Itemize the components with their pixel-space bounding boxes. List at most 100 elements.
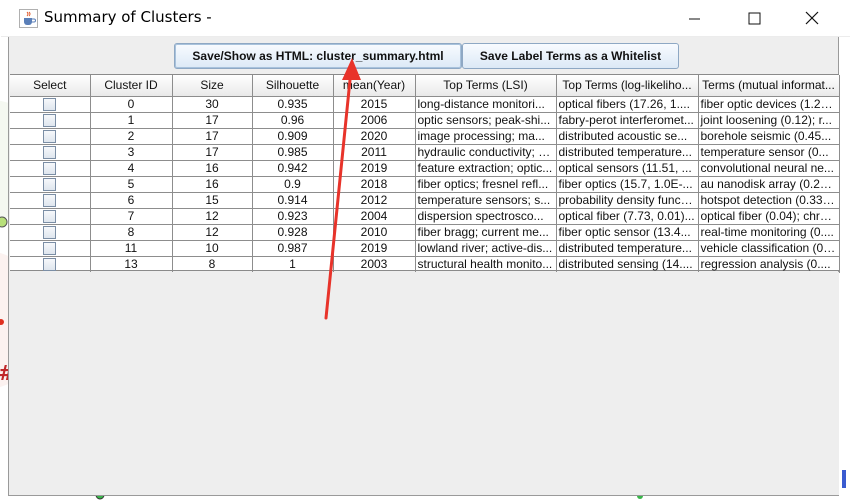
table-row[interactable]: 5 16 0.9 2018 fiber optics; fresnel refl... f… <box>10 176 840 193</box>
cell-cluster-id[interactable]: 7 <box>90 208 173 225</box>
cell-top-terms-lsi[interactable]: image processing; ma... <box>415 128 557 145</box>
cell-cluster-id[interactable]: 8 <box>90 224 173 241</box>
cell-mean-year[interactable]: 2010 <box>333 224 416 241</box>
cell-top-terms-llr[interactable]: probability density functi... <box>556 192 699 209</box>
cell-mean-year[interactable]: 2011 <box>333 144 416 161</box>
cell-size[interactable]: 12 <box>172 224 253 241</box>
cell-mean-year[interactable]: 2004 <box>333 208 416 225</box>
cell-mean-year[interactable]: 2020 <box>333 128 416 145</box>
column-header-silhouette[interactable]: Silhouette <box>252 75 334 97</box>
cell-cluster-id[interactable]: 1 <box>90 112 173 129</box>
cell-top-terms-llr[interactable]: distributed sensing (14.... <box>556 256 699 273</box>
save-show-html-button[interactable]: Save/Show as HTML: cluster_summary.html <box>174 43 462 69</box>
select-checkbox[interactable] <box>43 209 57 223</box>
select-checkbox[interactable] <box>43 113 57 127</box>
cell-terms-mi[interactable]: optical fiber (0.04); chro... <box>698 208 840 225</box>
save-whitelist-button[interactable]: Save Label Terms as a Whitelist <box>462 43 679 69</box>
cell-terms-mi[interactable]: hotspot detection (0.33)... <box>698 192 840 209</box>
column-header-cluster-id[interactable]: Cluster ID <box>90 75 173 97</box>
maximize-button[interactable] <box>740 6 768 32</box>
cell-mean-year[interactable]: 2019 <box>333 240 416 257</box>
cell-silhouette[interactable]: 0.923 <box>252 208 334 225</box>
cell-size[interactable]: 8 <box>172 256 253 273</box>
select-checkbox[interactable] <box>43 161 57 175</box>
select-checkbox[interactable] <box>43 177 57 191</box>
cell-mean-year[interactable]: 2018 <box>333 176 416 193</box>
close-button[interactable] <box>798 6 826 32</box>
cell-silhouette[interactable]: 0.987 <box>252 240 334 257</box>
cell-cluster-id[interactable]: 13 <box>90 256 173 273</box>
title-bar[interactable]: Summary of Clusters - <box>1 0 850 37</box>
select-checkbox[interactable] <box>43 145 57 159</box>
cell-top-terms-lsi[interactable]: feature extraction; optic... <box>415 160 557 177</box>
table-row[interactable]: 13 8 1 2003 structural health monito... distr… <box>10 256 840 273</box>
cell-mean-year[interactable]: 2015 <box>333 96 416 113</box>
table-row[interactable]: 8 12 0.928 2010 fiber bragg; current me... fi… <box>10 224 840 241</box>
column-header-size[interactable]: Size <box>172 75 253 97</box>
cell-cluster-id[interactable]: 3 <box>90 144 173 161</box>
cell-cluster-id[interactable]: 5 <box>90 176 173 193</box>
cell-terms-mi[interactable]: borehole seismic (0.45... <box>698 128 840 145</box>
cell-size[interactable]: 16 <box>172 160 253 177</box>
cell-mean-year[interactable]: 2003 <box>333 256 416 273</box>
column-header-top-terms-lsi[interactable]: Top Terms (LSI) <box>415 75 557 97</box>
cell-silhouette[interactable]: 0.9 <box>252 176 334 193</box>
cell-terms-mi[interactable]: temperature sensor (0... <box>698 144 840 161</box>
cell-top-terms-llr[interactable]: distributed acoustic se... <box>556 128 699 145</box>
cell-size[interactable]: 12 <box>172 208 253 225</box>
cell-top-terms-lsi[interactable]: lowland river; active-dis... <box>415 240 557 257</box>
cell-top-terms-lsi[interactable]: hydraulic conductivity; fl... <box>415 144 557 161</box>
cell-silhouette[interactable]: 0.909 <box>252 128 334 145</box>
cell-top-terms-lsi[interactable]: temperature sensors; s... <box>415 192 557 209</box>
table-row[interactable]: 3 17 0.985 2011 hydraulic conductivity; fl..… <box>10 144 840 161</box>
cell-terms-mi[interactable]: regression analysis (0.... <box>698 256 840 273</box>
table-row[interactable]: 2 17 0.909 2020 image processing; ma... distr… <box>10 128 840 145</box>
cell-cluster-id[interactable]: 6 <box>90 192 173 209</box>
cell-mean-year[interactable]: 2006 <box>333 112 416 129</box>
cell-size[interactable]: 17 <box>172 128 253 145</box>
cell-silhouette[interactable]: 0.985 <box>252 144 334 161</box>
cell-silhouette[interactable]: 0.928 <box>252 224 334 241</box>
cell-top-terms-lsi[interactable]: long-distance monitori... <box>415 96 557 113</box>
cell-top-terms-llr[interactable]: fiber optics (15.7, 1.0E-... <box>556 176 699 193</box>
table-row[interactable]: 4 16 0.942 2019 feature extraction; optic...… <box>10 160 840 177</box>
column-header-mean-year[interactable]: mean(Year) <box>333 75 416 97</box>
select-checkbox[interactable] <box>43 129 57 143</box>
cell-top-terms-llr[interactable]: optical fibers (17.26, 1.... <box>556 96 699 113</box>
cell-size[interactable]: 30 <box>172 96 253 113</box>
cell-silhouette[interactable]: 0.914 <box>252 192 334 209</box>
select-checkbox[interactable] <box>43 225 57 239</box>
table-row[interactable]: 6 15 0.914 2012 temperature sensors; s... pro… <box>10 192 840 209</box>
table-row[interactable]: 7 12 0.923 2004 dispersion spectrosco... opti… <box>10 208 840 225</box>
cell-mean-year[interactable]: 2012 <box>333 192 416 209</box>
cell-top-terms-lsi[interactable]: dispersion spectrosco... <box>415 208 557 225</box>
cell-terms-mi[interactable]: joint loosening (0.12); r... <box>698 112 840 129</box>
select-checkbox[interactable] <box>43 97 57 111</box>
table-row[interactable]: 1 17 0.96 2006 optic sensors; peak-shi... fab… <box>10 112 840 129</box>
cell-top-terms-llr[interactable]: distributed temperature... <box>556 144 699 161</box>
cell-size[interactable]: 17 <box>172 144 253 161</box>
cell-terms-mi[interactable]: fiber optic devices (1.25... <box>698 96 840 113</box>
cell-silhouette[interactable]: 1 <box>252 256 334 273</box>
cell-cluster-id[interactable]: 0 <box>90 96 173 113</box>
select-checkbox[interactable] <box>43 257 57 271</box>
cell-silhouette[interactable]: 0.96 <box>252 112 334 129</box>
cell-terms-mi[interactable]: vehicle classification (0.... <box>698 240 840 257</box>
cell-terms-mi[interactable]: au nanodisk array (0.23... <box>698 176 840 193</box>
cell-terms-mi[interactable]: real-time monitoring (0.... <box>698 224 840 241</box>
cell-cluster-id[interactable]: 2 <box>90 128 173 145</box>
minimize-button[interactable] <box>680 6 708 32</box>
cell-top-terms-lsi[interactable]: fiber optics; fresnel refl... <box>415 176 557 193</box>
table-row[interactable]: 0 30 0.935 2015 long-distance monitori... opt… <box>10 96 840 113</box>
cell-size[interactable]: 15 <box>172 192 253 209</box>
cell-top-terms-lsi[interactable]: fiber bragg; current me... <box>415 224 557 241</box>
cell-silhouette[interactable]: 0.935 <box>252 96 334 113</box>
cell-mean-year[interactable]: 2019 <box>333 160 416 177</box>
cell-cluster-id[interactable]: 11 <box>90 240 173 257</box>
column-header-top-terms-llr[interactable]: Top Terms (log-likeliho... <box>556 75 699 97</box>
cell-silhouette[interactable]: 0.942 <box>252 160 334 177</box>
cell-size[interactable]: 16 <box>172 176 253 193</box>
cell-top-terms-llr[interactable]: fiber optic sensor (13.4... <box>556 224 699 241</box>
cell-top-terms-lsi[interactable]: optic sensors; peak-shi... <box>415 112 557 129</box>
table-row[interactable]: 11 10 0.987 2019 lowland river; active-dis..… <box>10 240 840 257</box>
